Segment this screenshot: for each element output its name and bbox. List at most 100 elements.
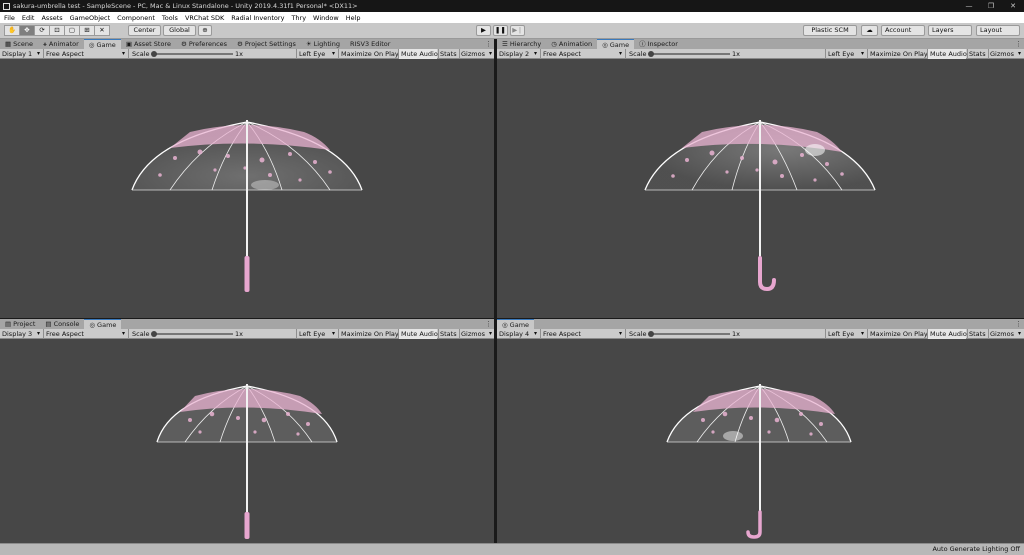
status-bar: Auto Generate Lighting Off xyxy=(0,543,1024,555)
mute-audio-toggle[interactable]: Mute Audio xyxy=(398,49,438,59)
tab-risv3-editor[interactable]: RISV3 Editor xyxy=(344,39,396,49)
tab-asset-store[interactable]: ▣ Asset Store xyxy=(120,39,176,49)
tab-hierarchy[interactable]: ☰ Hierarchy xyxy=(497,39,547,49)
game-viewport[interactable] xyxy=(0,340,494,543)
scale-slider-track[interactable] xyxy=(650,333,730,335)
pane-menu-icon[interactable]: ⋮ xyxy=(485,39,492,49)
scale-slider-knob[interactable] xyxy=(151,51,157,57)
aspect-dropdown[interactable]: Free Aspect xyxy=(540,329,624,339)
maximize-on-play-toggle[interactable]: Maximize On Play xyxy=(338,329,399,339)
pane-menu-icon[interactable]: ⋮ xyxy=(1015,319,1022,329)
mute-audio-toggle[interactable]: Mute Audio xyxy=(927,49,967,59)
eye-dropdown[interactable]: Left Eye xyxy=(296,329,337,339)
menu-vrchat-sdk[interactable]: VRChat SDK xyxy=(185,14,224,22)
menu-assets[interactable]: Assets xyxy=(41,14,62,22)
eye-dropdown[interactable]: Left Eye xyxy=(825,329,866,339)
bottom-left-pane: ▤ Project ▤ Console ◎ Game ⋮ Display 3 F… xyxy=(0,319,494,543)
layers-dropdown[interactable]: Layers xyxy=(928,25,972,36)
plastic-scm-button[interactable]: Plastic SCM xyxy=(803,25,857,36)
menu-window[interactable]: Window xyxy=(313,14,339,22)
tab-game[interactable]: ◎ Game xyxy=(497,319,535,329)
space-global-toggle[interactable]: Global xyxy=(163,25,196,36)
menu-edit[interactable]: Edit xyxy=(22,14,35,22)
custom-tool-icon[interactable]: ✕ xyxy=(94,25,110,36)
scale-slider-knob[interactable] xyxy=(151,331,157,337)
stats-toggle[interactable]: Stats xyxy=(967,329,987,339)
display-dropdown[interactable]: Display 4 xyxy=(499,329,539,339)
menu-bar: File Edit Assets GameObject Component To… xyxy=(0,12,1024,23)
mute-audio-toggle[interactable]: Mute Audio xyxy=(398,329,438,339)
tab-lighting[interactable]: ☀ Lighting xyxy=(300,39,345,49)
lighting-status: Auto Generate Lighting Off xyxy=(932,545,1020,553)
menu-thry[interactable]: Thry xyxy=(291,14,306,22)
scale-value: 1x xyxy=(732,330,740,338)
gizmos-dropdown[interactable]: Gizmos xyxy=(988,49,1023,59)
tab-game[interactable]: ◎ Game xyxy=(597,39,635,49)
rotate-tool-icon[interactable]: ⟳ xyxy=(34,25,50,36)
tab-game[interactable]: ◎ Game xyxy=(84,319,122,329)
layout-dropdown[interactable]: Layout xyxy=(976,25,1020,36)
menu-tools[interactable]: Tools xyxy=(162,14,178,22)
display-dropdown[interactable]: Display 2 xyxy=(499,49,539,59)
menu-help[interactable]: Help xyxy=(346,14,361,22)
pause-button[interactable]: ❚❚ xyxy=(493,25,508,36)
tab-preferences[interactable]: ⚙ Preferences xyxy=(175,39,233,49)
pane-menu-icon[interactable]: ⋮ xyxy=(1015,39,1022,49)
cloud-icon[interactable]: ☁ xyxy=(861,25,878,36)
restore-button[interactable]: ❐ xyxy=(980,0,1002,12)
menu-file[interactable]: File xyxy=(4,14,15,22)
display-dropdown[interactable]: Display 3 xyxy=(2,329,42,339)
game-viewport[interactable] xyxy=(0,60,494,318)
snap-icon[interactable]: ⊕ xyxy=(198,25,212,36)
aspect-dropdown[interactable]: Free Aspect xyxy=(540,49,624,59)
gizmos-dropdown[interactable]: Gizmos xyxy=(988,329,1023,339)
move-tool-icon[interactable]: ✥ xyxy=(19,25,35,36)
scale-slider-track[interactable] xyxy=(650,53,730,55)
game-viewport[interactable] xyxy=(497,340,1024,543)
eye-dropdown[interactable]: Left Eye xyxy=(825,49,866,59)
menu-radial-inventory[interactable]: Radial Inventory xyxy=(231,14,284,22)
scale-slider-track[interactable] xyxy=(153,333,233,335)
menu-gameobject[interactable]: GameObject xyxy=(70,14,111,22)
vertical-pane-splitter[interactable] xyxy=(494,39,497,543)
eye-dropdown[interactable]: Left Eye xyxy=(296,49,337,59)
mute-audio-toggle[interactable]: Mute Audio xyxy=(927,329,967,339)
pane-menu-icon[interactable]: ⋮ xyxy=(485,319,492,329)
tab-project-settings[interactable]: ⚙ Project Settings xyxy=(232,39,301,49)
scale-slider-knob[interactable] xyxy=(648,51,654,57)
menu-component[interactable]: Component xyxy=(117,14,155,22)
hand-tool-icon[interactable]: ✋ xyxy=(4,25,20,36)
display-dropdown[interactable]: Display 1 xyxy=(2,49,42,59)
scale-slider-track[interactable] xyxy=(153,53,233,55)
account-dropdown[interactable]: Account xyxy=(881,25,925,36)
tab-scene[interactable]: ▦ Scene xyxy=(0,39,38,49)
window-title: sakura-umbrella test - SampleScene - PC,… xyxy=(13,2,358,10)
aspect-dropdown[interactable]: Free Aspect xyxy=(43,49,127,59)
pivot-center-toggle[interactable]: Center xyxy=(128,25,161,36)
close-button[interactable]: ✕ xyxy=(1002,0,1024,12)
maximize-on-play-toggle[interactable]: Maximize On Play xyxy=(338,49,399,59)
stats-toggle[interactable]: Stats xyxy=(967,49,987,59)
horizontal-pane-splitter[interactable] xyxy=(0,318,1024,319)
stats-toggle[interactable]: Stats xyxy=(438,329,458,339)
gizmos-dropdown[interactable]: Gizmos xyxy=(459,329,494,339)
tab-game[interactable]: ◎ Game xyxy=(83,39,121,49)
aspect-dropdown[interactable]: Free Aspect xyxy=(43,329,127,339)
game-viewport[interactable] xyxy=(497,60,1024,318)
scale-slider-knob[interactable] xyxy=(648,331,654,337)
tab-console[interactable]: ▤ Console xyxy=(40,319,85,329)
rect-tool-icon[interactable]: ▢ xyxy=(64,25,80,36)
transform-tool-icon[interactable]: ⊞ xyxy=(79,25,95,36)
stats-toggle[interactable]: Stats xyxy=(438,49,458,59)
gizmos-dropdown[interactable]: Gizmos xyxy=(459,49,494,59)
minimize-button[interactable]: — xyxy=(958,0,980,12)
maximize-on-play-toggle[interactable]: Maximize On Play xyxy=(867,329,928,339)
tab-inspector[interactable]: ⓘ Inspector xyxy=(634,39,683,49)
step-button[interactable]: ▶❘ xyxy=(510,25,525,36)
maximize-on-play-toggle[interactable]: Maximize On Play xyxy=(867,49,928,59)
scale-tool-icon[interactable]: ⊡ xyxy=(49,25,65,36)
tab-animation[interactable]: ◷ Animation xyxy=(546,39,598,49)
tab-animator[interactable]: ⚹ Animator xyxy=(37,39,84,49)
play-button[interactable]: ▶ xyxy=(476,25,491,36)
tab-project[interactable]: ▤ Project xyxy=(0,319,41,329)
